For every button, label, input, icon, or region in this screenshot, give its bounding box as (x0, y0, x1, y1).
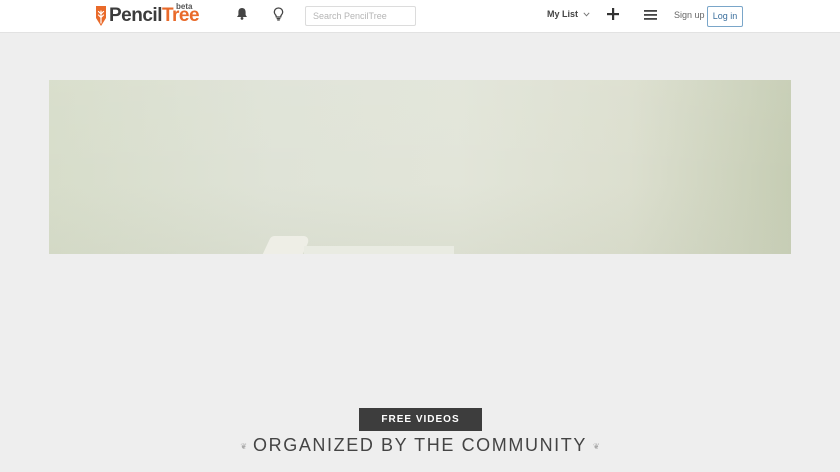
beta-label: beta (176, 2, 193, 11)
pencil-tree-logo-icon (95, 5, 107, 27)
right-ornament-icon: ❦ (592, 441, 600, 451)
ideas-button[interactable] (269, 6, 287, 26)
bell-icon (236, 7, 248, 25)
my-list-label: My List (547, 9, 579, 19)
log-in-button[interactable]: Log in (707, 6, 743, 27)
my-list-dropdown[interactable]: My List (547, 9, 590, 19)
add-button[interactable] (604, 7, 622, 25)
sign-up-link[interactable]: Sign up (674, 10, 705, 20)
notifications-button[interactable] (233, 7, 251, 25)
menu-button[interactable] (641, 7, 659, 25)
hero-image (49, 80, 791, 254)
hero-image-surface (304, 246, 454, 254)
plus-icon (607, 7, 619, 25)
search-input[interactable] (305, 6, 416, 26)
pencil-tree-logo[interactable]: PencilTree beta (95, 2, 200, 29)
menu-icon (643, 7, 657, 25)
hero-image-shade (49, 80, 791, 254)
left-ornament-icon: ❦ (240, 441, 248, 451)
chevron-down-icon (583, 9, 590, 19)
tagline-text: ORGANIZED BY THE COMMUNITY (253, 435, 587, 455)
lightbulb-icon (273, 6, 284, 26)
logo-text-pencil: Pencil (109, 5, 162, 26)
top-navigation-bar: PencilTree beta My List (0, 0, 840, 33)
free-videos-button[interactable]: FREE VIDEOS (359, 408, 482, 431)
tagline: ❦ ORGANIZED BY THE COMMUNITY ❦ (0, 435, 840, 456)
